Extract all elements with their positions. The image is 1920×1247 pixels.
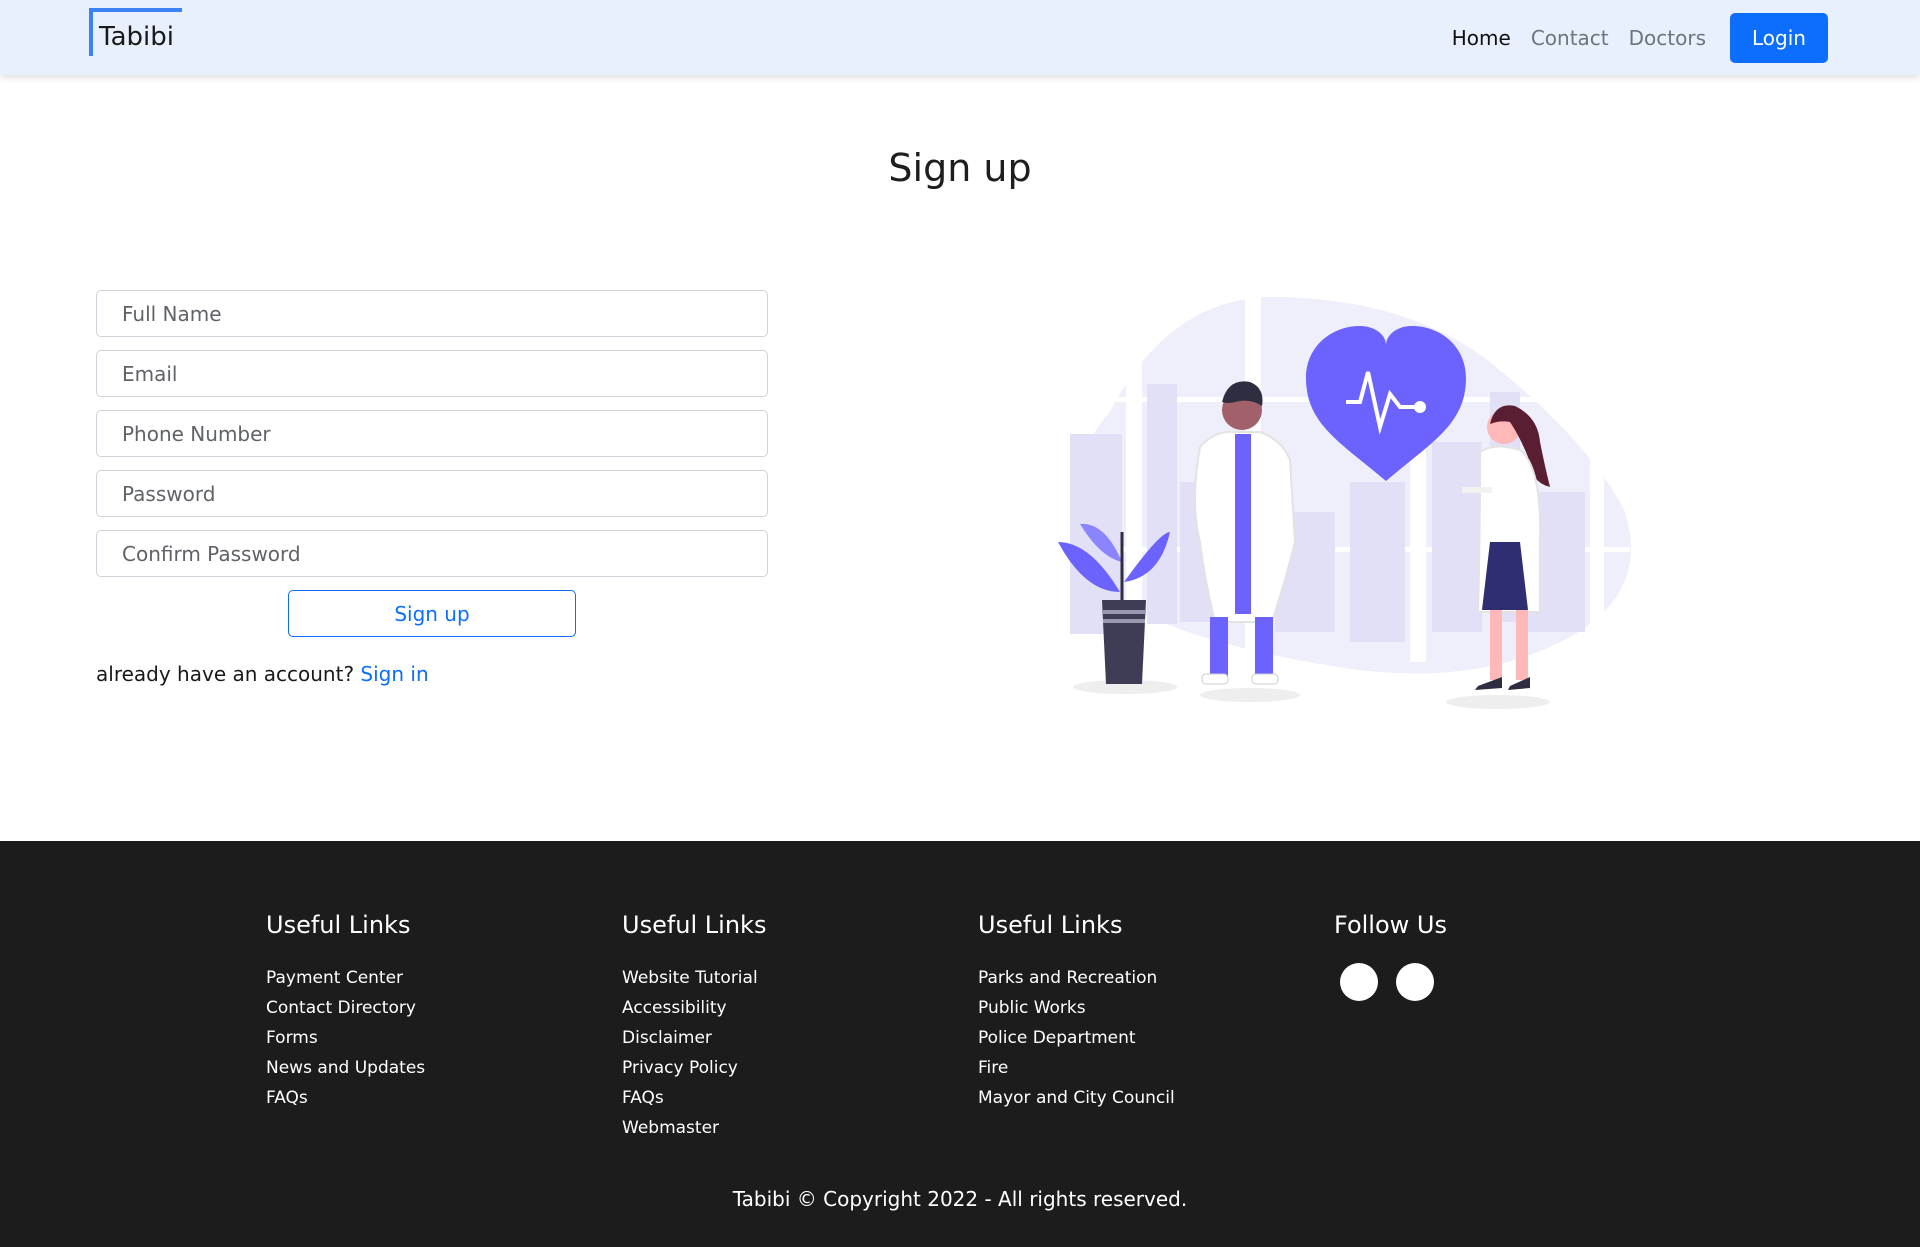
full-name-input[interactable] bbox=[96, 290, 768, 337]
doctors-illustration bbox=[1058, 296, 1631, 709]
footer-link-fire[interactable]: Fire bbox=[978, 1053, 1318, 1083]
footer-link-contact-directory[interactable]: Contact Directory bbox=[266, 993, 606, 1023]
signup-form: Sign up already have an account? Sign in bbox=[96, 290, 768, 686]
footer-link-privacy-policy[interactable]: Privacy Policy bbox=[622, 1053, 962, 1083]
page-title: Sign up bbox=[888, 146, 1032, 190]
social-icon[interactable] bbox=[1396, 963, 1434, 1001]
brand-logo[interactable]: Tabibi bbox=[89, 8, 182, 56]
footer-link-webmaster[interactable]: Webmaster bbox=[622, 1113, 962, 1143]
signin-link[interactable]: Sign in bbox=[360, 662, 428, 686]
follow-us-title: Follow Us bbox=[1334, 911, 1447, 939]
nav-link-contact[interactable]: Contact bbox=[1531, 26, 1609, 50]
email-input[interactable] bbox=[96, 350, 768, 397]
footer-link-faqs[interactable]: FAQs bbox=[622, 1083, 962, 1113]
nav-link-doctors[interactable]: Doctors bbox=[1629, 26, 1706, 50]
footer-column-2: Useful Links Website Tutorial Accessibil… bbox=[622, 911, 962, 1143]
footer-link-mayor-and-city-council[interactable]: Mayor and City Council bbox=[978, 1083, 1318, 1113]
have-account-text: already have an account? bbox=[96, 662, 355, 686]
footer-column-title: Useful Links bbox=[978, 911, 1123, 939]
footer-link-public-works[interactable]: Public Works bbox=[978, 993, 1318, 1023]
footer-link-police-department[interactable]: Police Department bbox=[978, 1023, 1318, 1053]
navbar: Tabibi Home Contact Doctors Login bbox=[0, 0, 1920, 75]
password-input[interactable] bbox=[96, 470, 768, 517]
footer-column-1: Useful Links Payment Center Contact Dire… bbox=[266, 911, 606, 1113]
footer-link-payment-center[interactable]: Payment Center bbox=[266, 963, 606, 993]
footer-link-disclaimer[interactable]: Disclaimer bbox=[622, 1023, 962, 1053]
copyright-text: Tabibi © Copyright 2022 - All rights res… bbox=[732, 1187, 1188, 1211]
nav-link-home[interactable]: Home bbox=[1452, 26, 1511, 50]
footer-link-accessibility[interactable]: Accessibility bbox=[622, 993, 962, 1023]
signup-button[interactable]: Sign up bbox=[288, 590, 576, 637]
social-icons bbox=[1334, 963, 1634, 1001]
phone-input[interactable] bbox=[96, 410, 768, 457]
footer-link-news-and-updates[interactable]: News and Updates bbox=[266, 1053, 606, 1083]
footer-link-parks-and-recreation[interactable]: Parks and Recreation bbox=[978, 963, 1318, 993]
footer-column-3: Useful Links Parks and Recreation Public… bbox=[978, 911, 1318, 1113]
confirm-password-input[interactable] bbox=[96, 530, 768, 577]
footer-link-website-tutorial[interactable]: Website Tutorial bbox=[622, 963, 962, 993]
signin-prompt: already have an account? Sign in bbox=[96, 662, 429, 686]
login-button[interactable]: Login bbox=[1730, 13, 1828, 63]
nav-links: Home Contact Doctors Login bbox=[1452, 13, 1828, 63]
footer-link-forms[interactable]: Forms bbox=[266, 1023, 606, 1053]
footer-link-faqs[interactable]: FAQs bbox=[266, 1083, 606, 1113]
footer-column-follow: Follow Us bbox=[1334, 911, 1634, 1001]
footer: Useful Links Payment Center Contact Dire… bbox=[0, 841, 1920, 1247]
social-icon[interactable] bbox=[1340, 963, 1378, 1001]
footer-column-title: Useful Links bbox=[622, 911, 767, 939]
footer-column-title: Useful Links bbox=[266, 911, 411, 939]
